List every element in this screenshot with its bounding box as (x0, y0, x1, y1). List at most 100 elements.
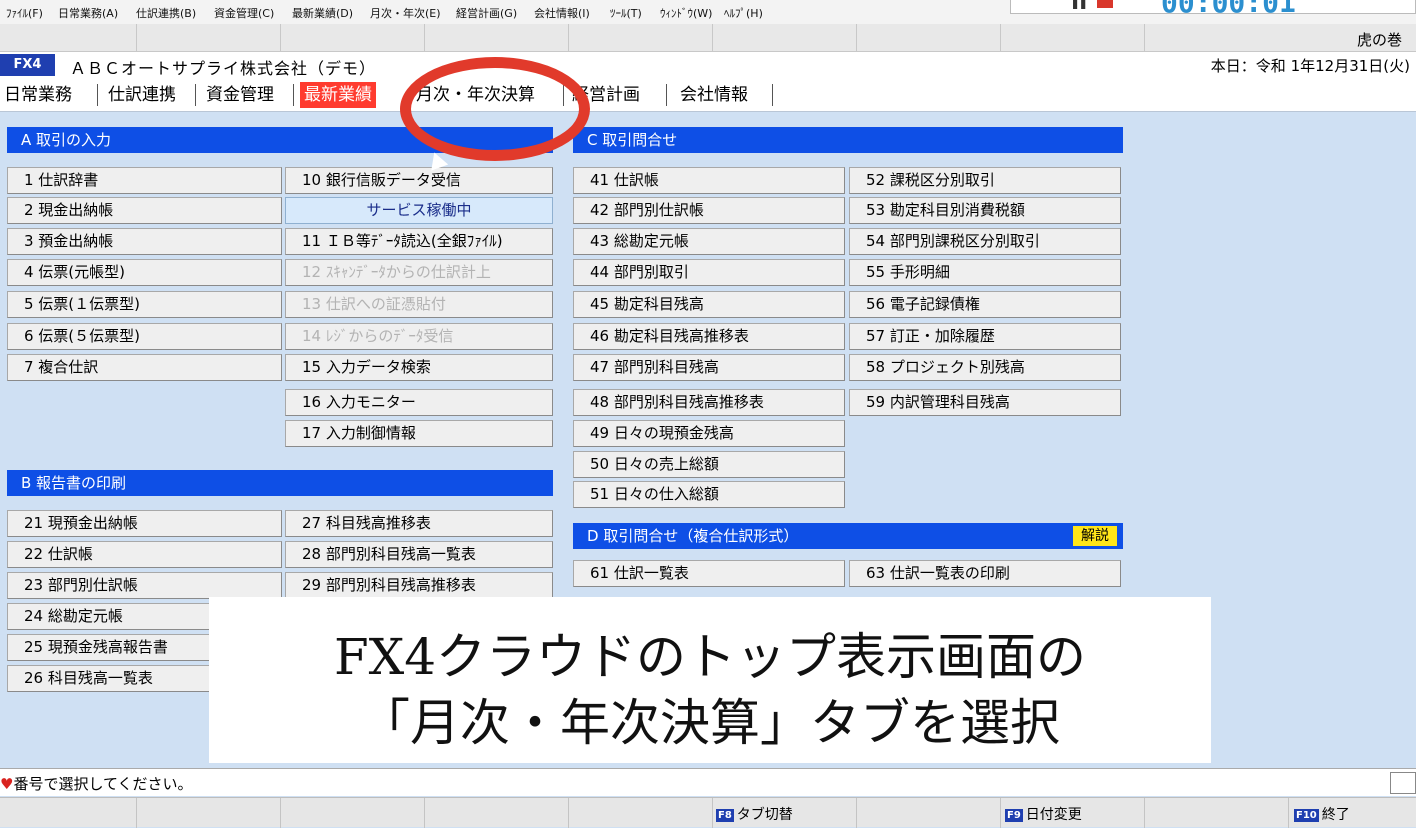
menu-company[interactable]: 会社情報(I) (534, 5, 590, 21)
menu-button-c49[interactable]: 49 日々の現預金残高 (573, 420, 845, 447)
stop-icon[interactable] (1097, 0, 1113, 8)
menu-button-b27[interactable]: 27 科目残高推移表 (285, 510, 553, 537)
menu-button-c46[interactable]: 46 勘定科目残高推移表 (573, 323, 845, 350)
menu-file[interactable]: ﾌｧｲﾙ(F) (6, 5, 43, 21)
strip-divider (568, 24, 569, 52)
toranomaki-button[interactable]: 虎の巻 (1357, 29, 1402, 50)
menu-button-a4[interactable]: 4 伝票(元帳型) (7, 259, 282, 286)
f9-key-icon: F9 (1005, 809, 1023, 822)
tab-divider (293, 84, 294, 106)
section-b-header: B 報告書の印刷 (7, 470, 553, 496)
menu-button-c50[interactable]: 50 日々の売上総額 (573, 451, 845, 478)
strip-divider (280, 24, 281, 52)
strip-divider (712, 24, 713, 52)
fkey-date-change[interactable]: F9 日付変更 (1005, 804, 1082, 824)
menu-button-b22[interactable]: 22 仕訳帳 (7, 541, 282, 568)
caption-line-1: FX4クラウドのトップ表示画面の (333, 628, 1087, 686)
fkey-divider (568, 798, 569, 828)
menu-button-c44[interactable]: 44 部門別取引 (573, 259, 845, 286)
fkey-divider (712, 798, 713, 828)
fkey-label: タブ切替 (736, 807, 793, 823)
f10-key-icon: F10 (1294, 809, 1319, 822)
menu-button-a7[interactable]: 7 複合仕訳 (7, 354, 282, 381)
kaisetsu-button[interactable]: 解説 (1073, 526, 1117, 546)
fkey-tab-switch[interactable]: F8 タブ切替 (716, 804, 793, 824)
status-bar: ♥番号で選択してください。 (0, 768, 1416, 796)
fkey-label: 日付変更 (1025, 807, 1082, 823)
menu-button-b29[interactable]: 29 部門別科目残高推移表 (285, 572, 553, 599)
fx4-logo: FX4 (0, 54, 55, 76)
menu-button-d61[interactable]: 61 仕訳一覧表 (573, 560, 845, 587)
number-input[interactable] (1390, 772, 1416, 794)
menu-button-a1[interactable]: 1 仕訳辞書 (7, 167, 282, 194)
f8-key-icon: F8 (716, 809, 734, 822)
fkey-divider (424, 798, 425, 828)
menu-latest[interactable]: 最新業績(D) (292, 5, 353, 21)
tab-funds[interactable]: 資金管理 (202, 82, 278, 108)
menu-button-c41[interactable]: 41 仕訳帳 (573, 167, 845, 194)
menu-tools[interactable]: ﾂｰﾙ(T) (610, 5, 642, 21)
strip-divider (1000, 24, 1001, 52)
caption-overlay: FX4クラウドのトップ表示画面の 「月次・年次決算」タブを選択 (209, 597, 1211, 763)
menu-button-a16[interactable]: 16 入力モニター (285, 389, 553, 416)
menu-button-a2[interactable]: 2 現金出納帳 (7, 197, 282, 224)
menu-button-a14: 14 ﾚｼﾞからのﾃﾞｰﾀ受信 (285, 323, 553, 350)
menu-button-c52[interactable]: 52 課税区分別取引 (849, 167, 1121, 194)
menu-button-c47[interactable]: 47 部門別科目残高 (573, 354, 845, 381)
menu-button-a15[interactable]: 15 入力データ検索 (285, 354, 553, 381)
menu-monthly[interactable]: 月次・年次(E) (370, 5, 441, 21)
menu-button-c45[interactable]: 45 勘定科目残高 (573, 291, 845, 318)
fkey-divider (1000, 798, 1001, 828)
fkey-divider (136, 798, 137, 828)
fkey-exit[interactable]: F10 終了 (1294, 804, 1350, 824)
menu-button-c53[interactable]: 53 勘定科目別消費税額 (849, 197, 1121, 224)
tab-bar: 日常業務 仕訳連携 資金管理 最新業績 月次・年次決算 経営計画 会社情報 (0, 78, 1416, 112)
service-status-button[interactable]: サービス稼働中 (285, 197, 553, 224)
recording-timer: II 00:00:01 (1010, 0, 1416, 19)
menu-button-c57[interactable]: 57 訂正・加除履歴 (849, 323, 1121, 350)
section-c-header: C 取引問合せ (573, 127, 1123, 153)
menu-button-a5[interactable]: 5 伝票(１伝票型) (7, 291, 282, 318)
function-key-bar: F8 タブ切替 F9 日付変更 F10 終了 (0, 797, 1416, 828)
fkey-divider (1144, 798, 1145, 828)
menu-button-a10[interactable]: 10 銀行信販データ受信 (285, 167, 553, 194)
menu-journal[interactable]: 仕訳連携(B) (136, 5, 196, 21)
company-header: FX4 ＡＢＣオートサプライ株式会社（デモ） 本日：令和 1年12月31日(火) (0, 52, 1416, 78)
menu-button-c42[interactable]: 42 部門別仕訳帳 (573, 197, 845, 224)
menu-button-c56[interactable]: 56 電子記録債権 (849, 291, 1121, 318)
menu-button-b23[interactable]: 23 部門別仕訳帳 (7, 572, 282, 599)
timer-digits: 00:00:01 (1161, 0, 1296, 19)
strip-divider (1144, 24, 1145, 52)
menu-daily[interactable]: 日常業務(A) (58, 5, 118, 21)
pause-icon[interactable]: II (1071, 0, 1087, 15)
section-d-header: D 取引問合せ（複合仕訳形式） 解説 (573, 523, 1123, 549)
menu-button-b21[interactable]: 21 現預金出納帳 (7, 510, 282, 537)
menu-button-c51[interactable]: 51 日々の仕入総額 (573, 481, 845, 508)
menu-button-a17[interactable]: 17 入力制御情報 (285, 420, 553, 447)
menu-funds[interactable]: 資金管理(C) (214, 5, 274, 21)
menu-button-a3[interactable]: 3 預金出納帳 (7, 228, 282, 255)
tab-company[interactable]: 会社情報 (676, 82, 752, 108)
tab-divider (772, 84, 773, 106)
menu-button-c58[interactable]: 58 プロジェクト別残高 (849, 354, 1121, 381)
section-d-title: D 取引問合せ（複合仕訳形式） (587, 527, 799, 545)
menu-help[interactable]: ﾍﾙﾌﾟ(H) (724, 5, 763, 21)
status-text: 番号で選択してください。 (13, 775, 193, 793)
tab-divider (97, 84, 98, 106)
tab-journal[interactable]: 仕訳連携 (104, 82, 180, 108)
menu-button-c54[interactable]: 54 部門別課税区分別取引 (849, 228, 1121, 255)
menu-window[interactable]: ｳｨﾝﾄﾞｳ(W) (660, 5, 712, 21)
menu-button-c48[interactable]: 48 部門別科目残高推移表 (573, 389, 845, 416)
menu-button-a6[interactable]: 6 伝票(５伝票型) (7, 323, 282, 350)
menu-button-a12: 12 ｽｷｬﾝﾃﾞｰﾀからの仕訳計上 (285, 259, 553, 286)
tab-daily[interactable]: 日常業務 (0, 82, 76, 108)
tab-divider (195, 84, 196, 106)
menu-button-c43[interactable]: 43 総勘定元帳 (573, 228, 845, 255)
menu-button-b28[interactable]: 28 部門別科目残高一覧表 (285, 541, 553, 568)
menu-button-d63[interactable]: 63 仕訳一覧表の印刷 (849, 560, 1121, 587)
tab-latest[interactable]: 最新業績 (300, 82, 376, 108)
menu-button-a11[interactable]: 11 ＩＢ等ﾃﾞｰﾀ読込(全銀ﾌｧｲﾙ) (285, 228, 553, 255)
menu-plan[interactable]: 経営計画(G) (456, 5, 517, 21)
menu-button-c55[interactable]: 55 手形明細 (849, 259, 1121, 286)
menu-button-c59[interactable]: 59 内訳管理科目残高 (849, 389, 1121, 416)
